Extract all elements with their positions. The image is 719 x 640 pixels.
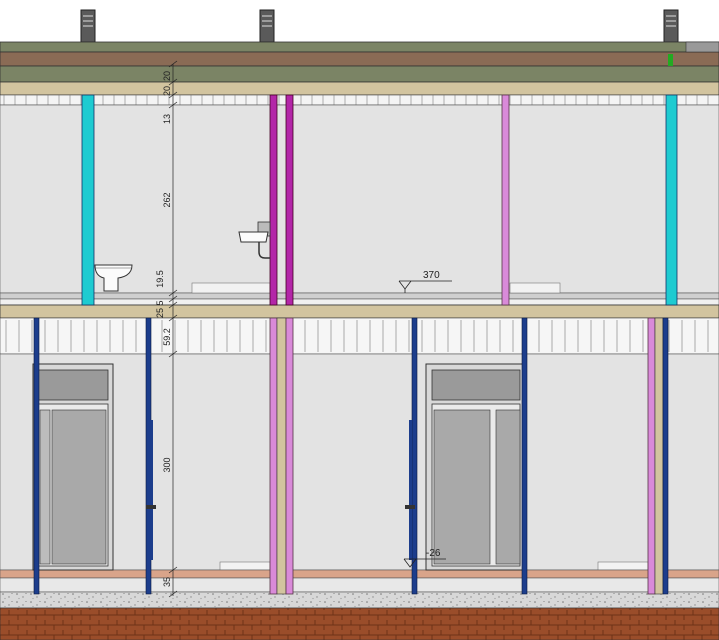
level-label: -26 bbox=[426, 548, 441, 559]
column-blue bbox=[411, 317, 418, 595]
section-drawing: 20 20 13 262 19.5 5 25 59.2 300 35 370 -… bbox=[0, 9, 719, 640]
ground-floor bbox=[0, 569, 719, 640]
dim-label: 59.2 bbox=[162, 328, 172, 346]
column-magenta bbox=[285, 94, 294, 306]
column-blue bbox=[33, 317, 40, 595]
door-left bbox=[32, 363, 114, 571]
roof-assembly bbox=[0, 41, 719, 96]
roof-vents bbox=[80, 9, 679, 43]
dim-label: 19.5 bbox=[155, 270, 165, 288]
column-pink bbox=[269, 317, 278, 595]
dim-label: 20 bbox=[162, 86, 172, 96]
dim-label: 25 bbox=[155, 308, 165, 318]
column-pink bbox=[285, 317, 294, 595]
dim-label: 35 bbox=[162, 577, 172, 587]
column-cyan bbox=[665, 94, 678, 306]
lower-frieze bbox=[0, 317, 719, 355]
dim-label: 262 bbox=[162, 192, 172, 207]
column-magenta bbox=[269, 94, 278, 306]
column-blue bbox=[521, 317, 528, 595]
upper-frieze bbox=[0, 94, 719, 106]
roof-vent-icon bbox=[259, 9, 275, 43]
column-beam-post bbox=[654, 317, 664, 595]
roof-vent-icon bbox=[663, 9, 679, 43]
section-drawing-viewport: 20 20 13 262 19.5 5 25 59.2 300 35 370 -… bbox=[0, 0, 719, 640]
roof-vent-icon bbox=[80, 9, 96, 43]
column-pink bbox=[647, 317, 656, 595]
upper-floor-slab bbox=[0, 292, 719, 319]
dim-label: 300 bbox=[162, 457, 172, 472]
column-pink bbox=[501, 94, 510, 306]
level-label: 370 bbox=[423, 270, 440, 281]
column-beam-post bbox=[276, 317, 287, 595]
door-right bbox=[425, 363, 525, 571]
dim-label: 20 bbox=[162, 71, 172, 81]
dim-label: 5 bbox=[155, 300, 165, 305]
dim-label: 13 bbox=[162, 114, 172, 124]
column-blue bbox=[662, 317, 669, 595]
column-cyan bbox=[81, 94, 95, 306]
marker bbox=[668, 54, 673, 66]
